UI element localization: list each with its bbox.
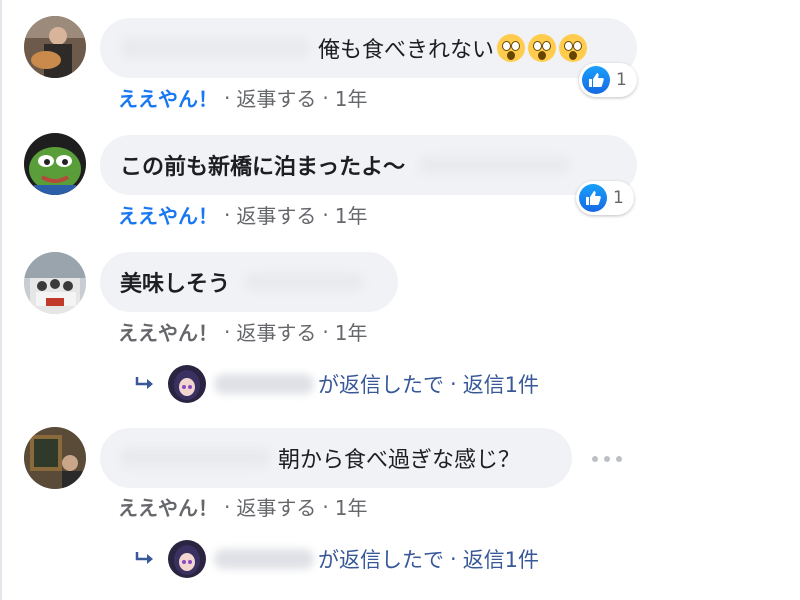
avatar[interactable] (24, 16, 86, 78)
view-replies-link[interactable]: が返信したで · 返信1件 (134, 539, 539, 579)
comment-actions: ええやん！ · 返事する · 1年 (118, 492, 367, 521)
comment-text: 美味しそう (120, 272, 231, 297)
author-name-blurred[interactable] (120, 448, 270, 468)
timestamp[interactable]: 1年 (335, 317, 368, 346)
separator: · (322, 494, 329, 519)
separator: · (450, 547, 457, 571)
comment-text: 朝から食べ過ぎな感じ？ (278, 448, 521, 473)
comment-bubble: 美味しそう (100, 252, 398, 312)
timestamp[interactable]: 1年 (335, 83, 368, 112)
like-button[interactable]: ええやん！ (118, 317, 218, 346)
separator: · (322, 202, 329, 227)
replier-name-blurred (214, 374, 314, 394)
like-button[interactable]: ええやん！ (118, 492, 218, 521)
author-name-blurred[interactable] (120, 38, 310, 58)
like-button[interactable]: ええやん！ (118, 200, 218, 229)
timestamp[interactable]: 1年 (335, 492, 368, 521)
like-reaction-icon (582, 66, 610, 94)
reaction-summary[interactable]: 1 (576, 181, 634, 215)
comment-text: この前も新橋に泊まったよ〜 (120, 155, 406, 180)
reaction-count: 1 (616, 70, 627, 90)
comment-bubble: 俺も食べきれない (100, 18, 637, 78)
blurred-text (244, 273, 365, 291)
reply-avatar (168, 365, 206, 403)
reply-count: 返信1件 (462, 548, 540, 572)
reaction-count: 1 (613, 188, 624, 208)
separator: · (224, 494, 231, 519)
comment-bubble: 朝から食べ過ぎな感じ？ (100, 428, 572, 488)
separator: · (224, 202, 231, 227)
left-border (0, 0, 2, 600)
reply-button[interactable]: 返事する (236, 200, 316, 229)
reply-summary-text: が返信したで (318, 373, 444, 397)
separator: · (450, 372, 457, 396)
reply-arrow-icon (135, 377, 153, 389)
more-options-icon[interactable] (592, 452, 622, 466)
reply-summary-text: が返信したで (318, 548, 444, 572)
blurred-text (419, 156, 570, 174)
separator: · (322, 319, 329, 344)
like-reaction-icon (579, 184, 607, 212)
comment-actions: ええやん！ · 返事する · 1年 (118, 200, 367, 229)
astonished-face-emoji (497, 34, 526, 62)
replier-name-blurred (214, 549, 314, 569)
comment-text: 俺も食べきれない (318, 38, 495, 63)
reply-button[interactable]: 返事する (236, 317, 316, 346)
reply-arrow-icon (135, 552, 153, 564)
separator: · (322, 85, 329, 110)
separator: · (224, 319, 231, 344)
astonished-face-emoji (528, 34, 557, 62)
comment-bubble: この前も新橋に泊まったよ〜 (100, 135, 637, 195)
avatar[interactable] (24, 133, 86, 195)
comment-actions: ええやん！ · 返事する · 1年 (118, 317, 367, 346)
avatar[interactable] (24, 427, 86, 489)
separator: · (224, 85, 231, 110)
avatar[interactable] (24, 252, 86, 314)
reaction-summary[interactable]: 1 (579, 63, 637, 97)
view-replies-link[interactable]: が返信したで · 返信1件 (134, 364, 539, 404)
like-button[interactable]: ええやん！ (118, 83, 218, 112)
reply-avatar (168, 540, 206, 578)
reply-button[interactable]: 返事する (236, 83, 316, 112)
astonished-face-emoji (559, 34, 588, 62)
reply-count: 返信1件 (462, 373, 540, 397)
timestamp[interactable]: 1年 (335, 200, 368, 229)
reply-button[interactable]: 返事する (236, 492, 316, 521)
comment-actions: ええやん！ · 返事する · 1年 (118, 83, 367, 112)
